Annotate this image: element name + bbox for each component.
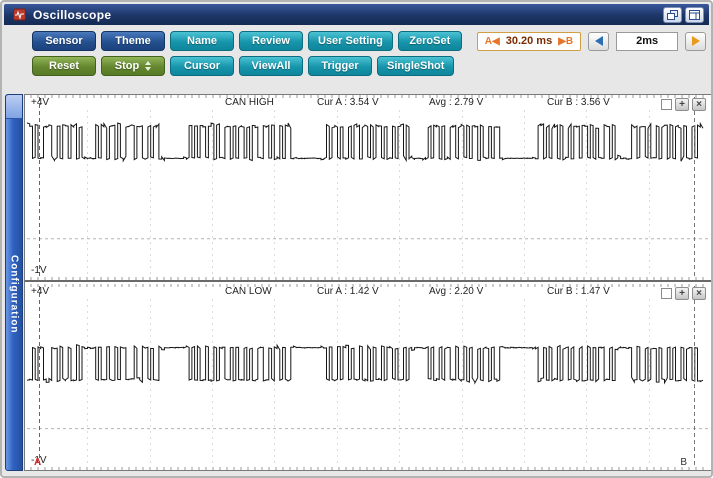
reset-button[interactable]: Reset	[32, 56, 96, 76]
cursor-time-value: 30.20 ms	[505, 35, 553, 47]
timebase-next-button[interactable]	[685, 31, 707, 51]
stop-button-label: Stop	[114, 60, 140, 72]
spinner-icon	[145, 61, 152, 71]
user-setting-button[interactable]: User Setting	[308, 31, 393, 51]
zeroset-button[interactable]: ZeroSet	[397, 31, 462, 51]
scope-app-icon	[13, 8, 26, 21]
scope-display: +4V CAN HIGH Cur A : 3.54 V Avg : 2.79 V…	[24, 94, 711, 471]
toolbar-row-1: Sensor Theme Name Review User Setting Ze…	[32, 31, 707, 51]
titlebar-buttons	[663, 6, 704, 23]
timebase-prev-button[interactable]	[588, 31, 610, 51]
theme-button[interactable]: Theme	[101, 31, 165, 51]
channel-name: CAN LOW	[225, 286, 272, 297]
top-voltage-label: +4V	[31, 97, 50, 108]
average-value: Avg : 2.79 V	[429, 97, 484, 108]
can-low-waveform[interactable]	[25, 284, 711, 470]
cursor-b-flag[interactable]: B	[680, 457, 687, 468]
stop-button[interactable]: Stop	[101, 56, 165, 76]
channel-controls: + ×	[661, 98, 706, 111]
channel-controls: + ×	[661, 287, 706, 300]
expand-channel-button[interactable]: +	[675, 98, 689, 111]
channel-can-high: +4V CAN HIGH Cur A : 3.54 V Avg : 2.79 V…	[25, 95, 711, 282]
expand-channel-button[interactable]: +	[675, 287, 689, 300]
titlebar[interactable]: Oscilloscope	[4, 4, 709, 25]
right-arrow-icon	[691, 36, 700, 46]
trigger-button[interactable]: Trigger	[308, 56, 372, 76]
cursor-a-value: Cur A : 1.42 V	[317, 286, 379, 297]
cursor-a-flag[interactable]: A	[34, 457, 41, 468]
timebase-value[interactable]: 2ms	[616, 31, 679, 51]
window-title: Oscilloscope	[33, 7, 112, 22]
cursor-b-value: Cur B : 1.47 V	[547, 286, 610, 297]
average-value: Avg : 2.20 V	[429, 286, 484, 297]
exit-button[interactable]	[685, 6, 704, 23]
singleshot-button[interactable]: SingleShot	[377, 56, 455, 76]
cursor-a-marker: A◀	[484, 35, 500, 47]
left-arrow-icon	[594, 36, 603, 46]
channel-name: CAN HIGH	[225, 97, 274, 108]
channel-visible-checkbox[interactable]	[661, 288, 672, 299]
can-high-waveform[interactable]	[25, 95, 711, 280]
cursor-button[interactable]: Cursor	[170, 56, 234, 76]
cursor-a-value: Cur A : 3.54 V	[317, 97, 379, 108]
sensor-button[interactable]: Sensor	[32, 31, 96, 51]
close-channel-button[interactable]: ×	[692, 287, 706, 300]
channel-can-low: +4V CAN LOW Cur A : 1.42 V Avg : 2.20 V …	[25, 284, 711, 470]
capture-window-button[interactable]	[663, 6, 682, 23]
cursor-b-marker: ▶B	[558, 35, 574, 47]
screen-panel-icon	[689, 9, 700, 20]
close-channel-button[interactable]: ×	[692, 98, 706, 111]
configuration-tab[interactable]: Configuration	[5, 94, 23, 471]
bottom-voltage-label: -1V	[31, 265, 47, 276]
top-voltage-label: +4V	[31, 286, 50, 297]
cursor-time-readout: A◀ 30.20 ms ▶B	[476, 31, 582, 51]
cursor-b-value: Cur B : 3.56 V	[547, 97, 610, 108]
channel-visible-checkbox[interactable]	[661, 99, 672, 110]
toolbar-row-2: Reset Stop Cursor ViewAll Trigger Single…	[32, 56, 459, 76]
name-button[interactable]: Name	[170, 31, 234, 51]
sidebar-handle[interactable]	[6, 95, 22, 119]
configuration-label: Configuration	[8, 255, 20, 334]
oscilloscope-window: Oscilloscope Sensor Theme Name Review Us…	[0, 0, 713, 478]
overlap-windows-icon	[667, 9, 678, 20]
review-button[interactable]: Review	[239, 31, 303, 51]
viewall-button[interactable]: ViewAll	[239, 56, 303, 76]
